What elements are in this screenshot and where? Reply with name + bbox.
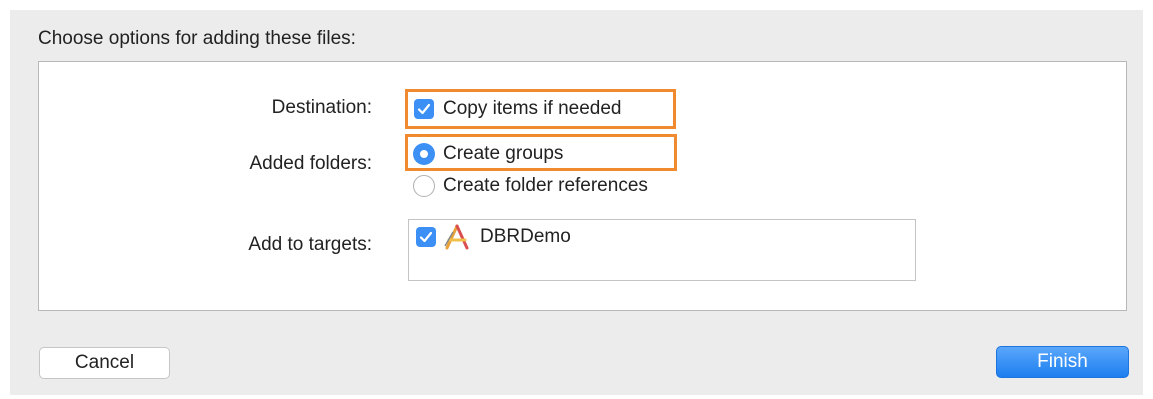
- dialog-heading: Choose options for adding these files:: [38, 28, 356, 49]
- target-dbrdemo-checkbox[interactable]: [416, 227, 436, 247]
- create-folder-references-radio[interactable]: [413, 175, 435, 197]
- cancel-button[interactable]: Cancel: [39, 347, 170, 379]
- checkmark-icon: [417, 103, 431, 115]
- create-groups-radio[interactable]: [413, 143, 435, 165]
- copy-items-checkbox[interactable]: [414, 99, 434, 119]
- add-files-dialog: Choose options for adding these files: D…: [10, 10, 1143, 395]
- copy-items-label[interactable]: Copy items if needed: [443, 98, 622, 120]
- finish-button[interactable]: Finish: [996, 346, 1129, 378]
- create-groups-label[interactable]: Create groups: [443, 143, 563, 165]
- destination-label: Destination:: [271, 97, 372, 118]
- targets-list[interactable]: DBRDemo: [408, 219, 916, 281]
- app-target-icon: [444, 224, 469, 250]
- create-folder-references-label[interactable]: Create folder references: [443, 175, 648, 197]
- target-dbrdemo-label[interactable]: DBRDemo: [480, 226, 571, 248]
- add-to-targets-label: Add to targets:: [248, 234, 372, 255]
- added-folders-label: Added folders:: [249, 153, 372, 174]
- checkmark-icon: [419, 231, 433, 243]
